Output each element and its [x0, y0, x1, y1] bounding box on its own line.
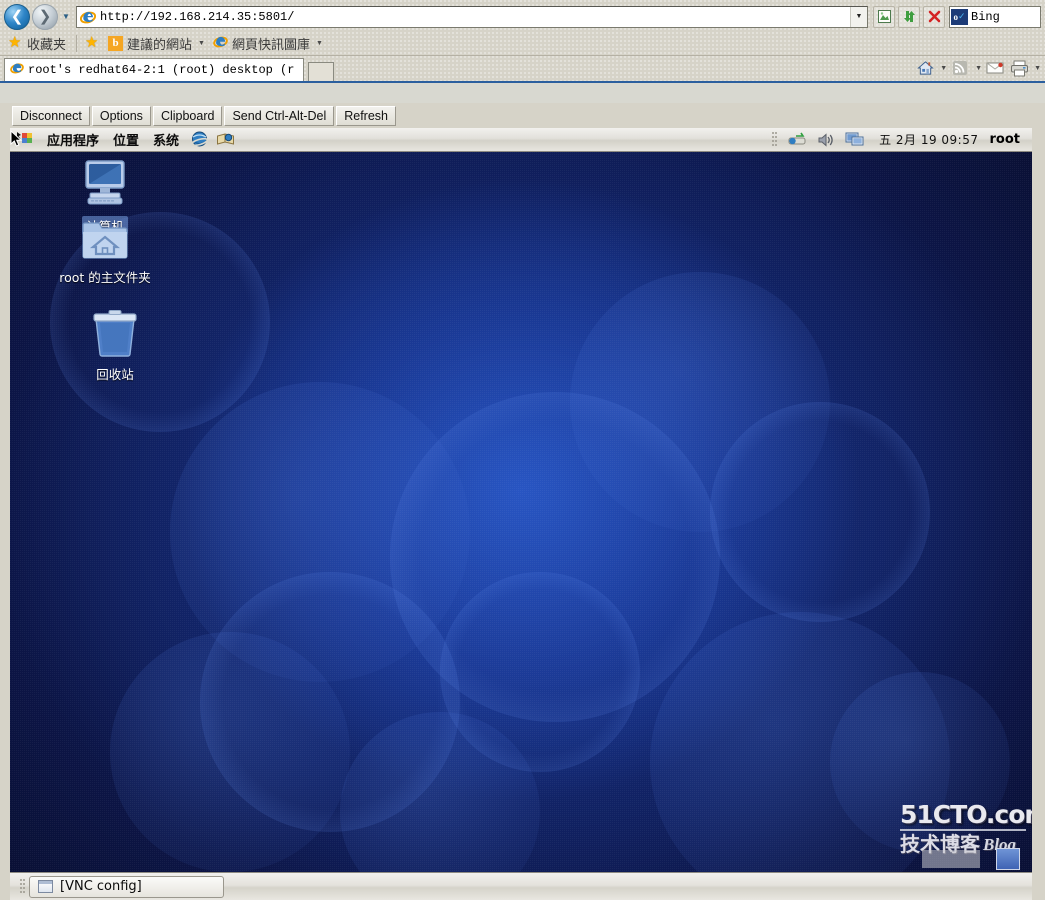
trash-icon [92, 309, 138, 362]
divider [76, 34, 78, 52]
gnome-menu-places[interactable]: 位置 [106, 129, 146, 150]
wallpaper-bubble [710, 402, 930, 622]
forward-button[interactable]: ❯ [32, 3, 58, 30]
options-button[interactable]: Options [91, 105, 151, 126]
add-to-favorites-button[interactable]: ★ [82, 35, 105, 52]
window-icon [38, 880, 53, 893]
clipboard-button[interactable]: Clipboard [152, 105, 223, 126]
gnome-desktop[interactable]: 计算机 root 的主文件夹 回收站 51CTO.co 技术博客 Blog [10, 152, 1032, 872]
favorite-label: 建議的網站 [127, 36, 193, 52]
address-bar-row: ❮ ❯ ▼ http://192.168.214.35:5801/ ▼ o ✓ … [0, 0, 1045, 31]
gnome-tray: 五 2月 19 09:57 root [768, 130, 1032, 150]
panel-grip[interactable] [20, 878, 25, 895]
back-button[interactable]: ❮ [4, 3, 30, 30]
command-bar: ▼ ▼ ▼ [914, 58, 1041, 78]
mail-icon[interactable] [984, 58, 1006, 78]
taskbar-window-title: [VNC config] [60, 879, 142, 894]
gnome-menu-system[interactable]: 系统 [146, 129, 186, 150]
volume-icon[interactable] [815, 130, 837, 150]
chevron-down-icon[interactable]: ▼ [198, 40, 205, 47]
desktop-icon-trash[interactable]: 回收站 [60, 309, 170, 383]
taskbar-window-button[interactable]: [VNC config] [29, 875, 224, 898]
compatibility-view-button[interactable] [873, 5, 895, 28]
favorites-bar: ★ 收藏夹 ★ b 建議的網站 ▼ 網頁快訊圖庫 ▼ [0, 31, 1045, 56]
favorite-web-slice-gallery[interactable]: 網頁快訊圖庫 ▼ [210, 33, 328, 54]
update-icon[interactable] [786, 130, 808, 150]
chevron-down-icon[interactable]: ▼ [316, 40, 323, 47]
feeds-icon[interactable] [949, 58, 971, 78]
stop-button[interactable] [923, 5, 945, 28]
ie-small-icon [213, 34, 228, 52]
vnc-applet: Disconnect Options Clipboard Send Ctrl-A… [0, 103, 1045, 900]
refresh-button[interactable] [898, 5, 920, 28]
home-icon[interactable] [914, 58, 936, 78]
gnome-menu-group: 应用程序 位置 系统 [10, 129, 238, 150]
vnc-toolbar: Disconnect Options Clipboard Send Ctrl-A… [0, 103, 1045, 128]
favorite-suggested-sites[interactable]: b 建議的網站 ▼ [105, 33, 210, 54]
favorites-label: 收藏夹 [27, 36, 67, 52]
tab-favicon-icon [10, 61, 24, 80]
help-icon[interactable] [214, 130, 236, 150]
ie-logo-icon [79, 9, 97, 25]
new-tab-button[interactable] [308, 62, 334, 81]
desktop-icon-label: root 的主文件夹 [59, 270, 151, 285]
user-name[interactable]: root [990, 132, 1025, 147]
desktop-icon-home-folder[interactable]: root 的主文件夹 [50, 218, 160, 286]
display-icon[interactable] [844, 130, 866, 150]
bing-b-icon: b [108, 35, 124, 51]
web-browser-icon[interactable] [188, 130, 210, 150]
tab-title: root's redhat64-2:1 (root) desktop (redh… [28, 63, 295, 77]
chevron-down-icon[interactable]: ▼ [1034, 65, 1041, 72]
favorites-center-button[interactable]: ★ 收藏夹 [5, 33, 71, 54]
mouse-cursor [10, 129, 24, 153]
add-star-icon: ★ [85, 33, 99, 51]
desktop-icon-label: 回收站 [96, 367, 134, 382]
tab-bar: root's redhat64-2:1 (root) desktop (redh… [0, 56, 1045, 83]
clock[interactable]: 五 2月 19 09:57 [871, 131, 986, 148]
address-input[interactable]: http://192.168.214.35:5801/ ▼ [76, 5, 868, 28]
gnome-menu-applications[interactable]: 应用程序 [40, 129, 106, 150]
search-text: Bing [971, 9, 1000, 24]
wallpaper-bubble [830, 672, 1010, 852]
gnome-top-panel: 应用程序 位置 系统 五 2月 19 09:57 root [10, 128, 1032, 152]
send-ctrl-alt-del-button[interactable]: Send Ctrl-Alt-Del [224, 105, 335, 126]
star-icon: ★ [8, 33, 22, 51]
recent-pages-dropdown-icon[interactable]: ▼ [58, 6, 74, 28]
browser-chrome: ❮ ❯ ▼ http://192.168.214.35:5801/ ▼ o ✓ … [0, 0, 1045, 83]
print-icon[interactable] [1008, 58, 1030, 78]
search-input[interactable]: o ✓ Bing [949, 5, 1041, 28]
refresh-button[interactable]: Refresh [336, 105, 397, 126]
home-folder-icon [80, 218, 130, 265]
address-text: http://192.168.214.35:5801/ [100, 9, 295, 24]
gnome-bottom-panel: [VNC config] [10, 872, 1032, 900]
favorite-label: 網頁快訊圖庫 [231, 36, 310, 52]
address-dropdown-icon[interactable]: ▼ [850, 6, 867, 27]
computer-icon [79, 157, 131, 214]
chevron-down-icon[interactable]: ▼ [940, 65, 947, 72]
disconnect-button[interactable]: Disconnect [12, 105, 90, 126]
screen: ❮ ❯ ▼ http://192.168.214.35:5801/ ▼ o ✓ … [0, 0, 1045, 900]
bing-icon: o ✓ [951, 8, 968, 25]
chevron-down-icon[interactable]: ▼ [975, 65, 982, 72]
panel-grip[interactable] [772, 131, 778, 148]
tab-active[interactable]: root's redhat64-2:1 (root) desktop (redh… [4, 58, 304, 81]
